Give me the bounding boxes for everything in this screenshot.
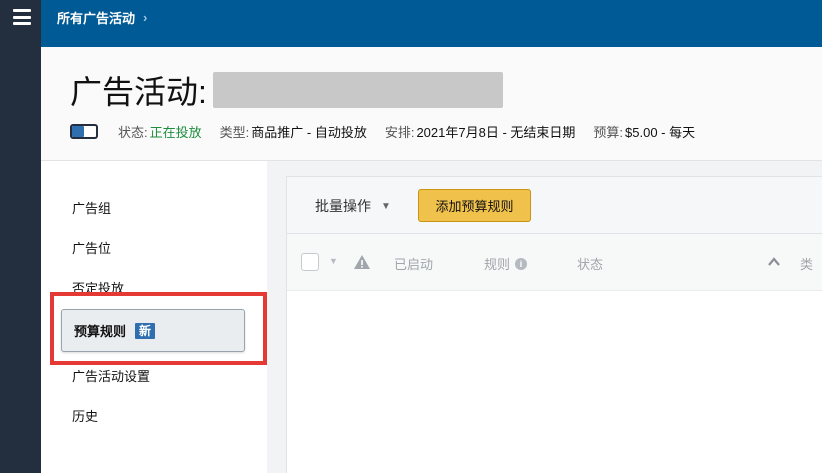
sidebar-item-history[interactable]: 历史 [72, 406, 98, 425]
top-bar: 所有广告活动 › [41, 0, 822, 47]
chevron-right-icon: › [143, 10, 148, 25]
column-last[interactable]: 类 [800, 254, 813, 273]
toggle-knob [72, 126, 84, 137]
sidebar-item-ad-groups[interactable]: 广告组 [72, 198, 111, 217]
info-icon[interactable]: i [515, 257, 528, 270]
table-header: ▼ 已启动 规则 i 状态 类 [287, 234, 822, 291]
status-label: 状态: [118, 125, 148, 140]
toolbar: 批量操作 ▼ 添加预算规则 [287, 177, 822, 234]
sort-up-icon[interactable] [767, 255, 781, 269]
column-status[interactable]: 状态 [577, 254, 603, 273]
side-navigation: 广告组 广告位 否定投放 预算规则 新 广告活动设置 历史 [41, 161, 267, 473]
select-all-checkbox[interactable] [301, 253, 319, 271]
column-started[interactable]: 已启动 [394, 254, 433, 273]
campaign-header: 广告活动: 状态: 正在投放 类型: 商品推广 - 自动投放 安排: 2021年… [41, 47, 822, 161]
sidebar-item-placements[interactable]: 广告位 [72, 238, 111, 257]
status-meta: 状态: 正在投放 [118, 122, 202, 141]
type-meta: 类型: 商品推广 - 自动投放 [220, 122, 367, 141]
redacted-campaign-name [212, 72, 503, 108]
chevron-down-icon[interactable]: ▼ [329, 256, 338, 266]
menu-icon[interactable] [13, 9, 31, 25]
bulk-actions-dropdown[interactable]: 批量操作 ▼ [315, 196, 391, 216]
sidebar-item-budget-rules[interactable]: 预算规则 新 [61, 309, 245, 352]
schedule-meta: 安排: 2021年7月8日 - 无结束日期 [385, 122, 576, 141]
bulk-actions-label: 批量操作 [315, 198, 371, 214]
budget-label: 预算: [593, 125, 624, 140]
sidebar-item-label: 预算规则 [74, 324, 127, 339]
column-rule[interactable]: 规则 i [484, 254, 528, 273]
warning-icon [354, 255, 370, 269]
new-badge: 新 [135, 322, 156, 339]
breadcrumb-all-campaigns[interactable]: 所有广告活动 [57, 8, 135, 27]
budget-value: $5.00 - 每天 [625, 125, 696, 140]
budget-rules-panel: 批量操作 ▼ 添加预算规则 ▼ 已启动 规则 i 状态 类 [286, 176, 822, 473]
add-budget-rule-button[interactable]: 添加预算规则 [418, 189, 531, 222]
status-value: 正在投放 [149, 125, 202, 140]
campaign-toggle[interactable] [70, 124, 98, 139]
type-value: 商品推广 - 自动投放 [251, 125, 367, 140]
schedule-label: 安排: [384, 125, 415, 140]
budget-meta: 预算: $5.00 - 每天 [593, 122, 695, 141]
main-content: 批量操作 ▼ 添加预算规则 ▼ 已启动 规则 i 状态 类 [267, 161, 822, 473]
column-rule-label: 规则 [484, 257, 511, 272]
left-rail [0, 0, 41, 473]
type-label: 类型: [219, 125, 250, 140]
breadcrumb[interactable]: 所有广告活动 › [57, 8, 147, 27]
sidebar-item-negative-targeting[interactable]: 否定投放 [72, 278, 124, 297]
schedule-value: 2021年7月8日 - 无结束日期 [416, 125, 576, 140]
page-title: 广告活动: [70, 67, 503, 113]
page-title-prefix: 广告活动: [70, 74, 207, 110]
chevron-down-icon: ▼ [381, 200, 391, 212]
campaign-meta: 状态: 正在投放 类型: 商品推广 - 自动投放 安排: 2021年7月8日 -… [70, 122, 713, 141]
sidebar-item-campaign-settings[interactable]: 广告活动设置 [72, 366, 150, 385]
